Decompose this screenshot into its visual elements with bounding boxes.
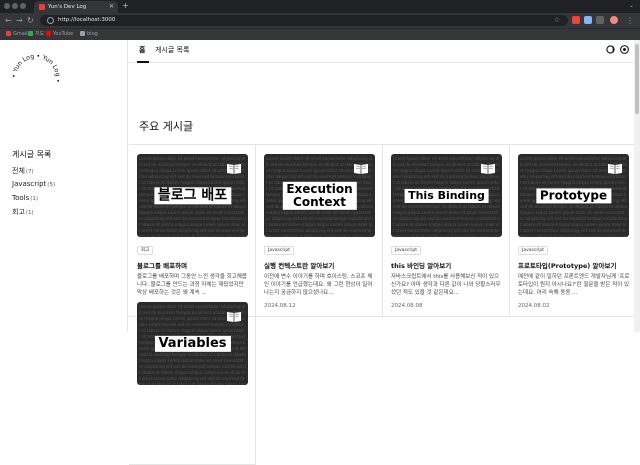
github-icon[interactable] [620, 45, 629, 54]
thumbnail-label: 블로그 배포 [153, 186, 232, 205]
category-all[interactable]: 전체(7) [12, 166, 34, 176]
sidebar-title: 게시글 목록 [12, 150, 52, 159]
category-tools[interactable]: Tools(1) [12, 194, 38, 202]
site-info-icon[interactable] [47, 17, 54, 24]
window-controls[interactable]: ⌄ [629, 0, 634, 12]
post-tag[interactable]: Javascript [518, 246, 549, 255]
category-retrospective[interactable]: 회고(1) [12, 207, 34, 217]
post-card[interactable]: Lorem ipsum dolor sit amet consectetur a… [256, 145, 383, 317]
section-title: 주요 게시글 [139, 120, 194, 133]
scrollbar[interactable] [634, 40, 640, 332]
post-tag[interactable]: Javascript [264, 246, 295, 255]
browser-toolbar: ← → ↻ http://localhost:3000 ☆ ⋮ [0, 13, 640, 28]
sidebar: • Yun Log • Yun Log • 게시글 목록 전체(7) Javas… [0, 40, 128, 332]
post-date: 2024.08.12 [264, 303, 296, 309]
extension-icon[interactable] [572, 16, 580, 24]
post-excerpt: 자바스크립트에서 this를 사용해보신 적이 있으신가요? 아마 생각과 다른… [391, 274, 501, 296]
gmail-icon [6, 31, 11, 36]
site-logo[interactable]: • Yun Log • Yun Log • [6, 48, 66, 108]
book-icon [608, 164, 622, 174]
new-tab-icon[interactable]: + [122, 1, 129, 11]
theme-toggle-icon[interactable] [606, 45, 615, 54]
post-title[interactable]: 블로그를 배포하며 [137, 260, 252, 270]
nav-home[interactable]: 홈 [139, 45, 145, 55]
tab-title: Yun's Dev Log [48, 4, 87, 10]
thumbnail-label: This Binding [404, 188, 489, 203]
thumbnail-label: Execution Context [282, 181, 357, 210]
book-icon [227, 312, 241, 322]
tab-close-icon[interactable]: ✕ [109, 2, 114, 12]
book-icon [354, 164, 368, 174]
post-excerpt: 이전에 변수 이야기를 하며 호이스팅, 스코프 체인 이야기를 언급했는데요.… [264, 274, 373, 296]
post-thumbnail[interactable]: Lorem ipsum dolor sit amet consectetur a… [518, 154, 629, 237]
browser-chrome: Yun's Dev Log ✕ + ⌄ ← → ↻ http://localho… [0, 0, 640, 40]
post-card[interactable]: Lorem ipsum dolor sit amet consectetur a… [383, 145, 510, 317]
post-thumbnail[interactable]: Lorem ipsum dolor sit amet consectetur a… [264, 154, 375, 237]
post-card[interactable]: Lorem ipsum dolor sit amet consectetur a… [129, 293, 256, 465]
post-thumbnail[interactable]: Lorem ipsum dolor sit amet consectetur a… [137, 154, 248, 237]
nav-posts[interactable]: 게시글 목록 [155, 45, 189, 55]
post-tag[interactable]: Javascript [391, 246, 422, 255]
bookmark-gmail[interactable]: Gmail [6, 29, 28, 40]
folder-icon [80, 31, 85, 36]
bookmark-star-icon[interactable]: ☆ [554, 15, 560, 26]
forward-icon[interactable]: → [16, 15, 23, 26]
bookmark-maps[interactable]: 지도 [28, 29, 44, 40]
extension-icon[interactable] [584, 16, 592, 24]
extensions-puzzle-icon[interactable] [596, 16, 604, 24]
category-javascript[interactable]: Javascript(5) [12, 180, 55, 188]
post-tag[interactable]: 회고 [137, 246, 154, 255]
post-title[interactable]: 실행 컨텍스트란 알아보기 [264, 260, 379, 270]
scrollbar-thumb[interactable] [635, 44, 639, 114]
nav-active-underline [137, 61, 149, 63]
post-thumbnail[interactable]: Lorem ipsum dolor sit amet consectetur a… [391, 154, 502, 237]
bookmark-blog[interactable]: blog [80, 29, 98, 40]
post-excerpt: 예전에 같이 일하던 프론트엔드 개발자님께 '프로토타입이 뭔지 아시나요?'… [518, 274, 630, 296]
page: • Yun Log • Yun Log • 게시글 목록 전체(7) Javas… [0, 40, 640, 465]
post-card[interactable]: Lorem ipsum dolor sit amet consectetur a… [129, 145, 256, 317]
address-url: http://localhost:3000 [58, 17, 116, 23]
post-excerpt [137, 421, 249, 445]
svg-text:• Yun Log • Yun Log •: • Yun Log • Yun Log • [11, 53, 61, 83]
reload-icon[interactable]: ↻ [27, 15, 34, 26]
address-bar[interactable]: http://localhost:3000 ☆ [40, 15, 568, 26]
maximize-window-dot[interactable] [20, 3, 26, 9]
post-thumbnail[interactable]: Lorem ipsum dolor sit amet consectetur a… [137, 302, 248, 385]
browser-menu-icon[interactable]: ⋮ [626, 15, 634, 26]
tab-favicon-icon [39, 4, 45, 10]
bookmark-youtube[interactable]: YouTube [46, 29, 73, 40]
profile-avatar[interactable] [610, 16, 618, 24]
top-nav: 홈 게시글 목록 [129, 40, 640, 63]
back-icon[interactable]: ← [5, 15, 12, 26]
book-icon [481, 164, 495, 174]
post-title[interactable]: this 바인딩 알아보기 [391, 260, 506, 270]
minimize-window-dot[interactable] [12, 3, 18, 9]
bookmarks-bar: Gmail 지도 YouTube blog [0, 28, 640, 40]
post-title[interactable]: 프로토타입(Prototype) 알아보기 [518, 260, 633, 270]
maps-icon [28, 31, 33, 36]
thumbnail-label: Variables [154, 335, 231, 352]
post-date: 2024.08.02 [518, 303, 550, 309]
browser-tab[interactable]: Yun's Dev Log ✕ [34, 1, 118, 13]
post-card[interactable]: Lorem ipsum dolor sit amet consectetur a… [510, 145, 637, 317]
thumbnail-label: Prototype [535, 187, 612, 204]
close-window-dot[interactable] [4, 3, 10, 9]
book-icon [227, 164, 241, 174]
tab-strip: Yun's Dev Log ✕ + ⌄ [0, 0, 640, 13]
youtube-icon [46, 31, 51, 36]
post-date: 2024.08.08 [391, 303, 423, 309]
